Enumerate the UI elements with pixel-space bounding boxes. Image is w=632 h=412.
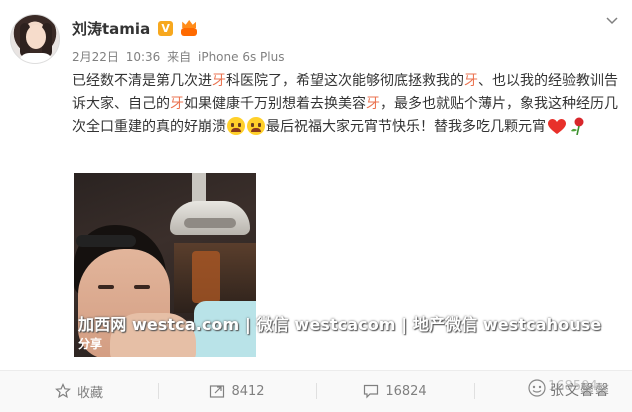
vip-crown-icon[interactable] xyxy=(180,20,198,36)
keyword-link[interactable]: 牙 xyxy=(464,73,478,89)
favorite-label: 收藏 xyxy=(76,385,103,401)
text-segment: 已经数不清是第几次进 xyxy=(72,73,212,89)
weibo-post: 刘涛tamia V 2月22日 10:36 来自 iPhone 6s Plus … xyxy=(0,0,632,412)
text-segment: 如果健康千万别想着去换美容 xyxy=(184,96,366,112)
repost-icon xyxy=(210,385,225,398)
comment-icon xyxy=(364,384,379,399)
rose-icon xyxy=(570,117,586,135)
post-date[interactable]: 2月22日 xyxy=(72,50,119,64)
verified-badge-icon: V xyxy=(158,20,174,36)
star-icon xyxy=(55,383,71,399)
brand-watermark: 张文馨馨 xyxy=(528,370,632,410)
sad-face-icon xyxy=(227,117,245,135)
favorite-button[interactable]: 收藏 xyxy=(0,371,158,411)
post-meta: 2月22日 10:36 来自 iPhone 6s Plus xyxy=(72,48,287,65)
wechat-channel-icon xyxy=(528,379,546,401)
source-prefix: 来自 xyxy=(167,50,192,64)
avatar[interactable] xyxy=(10,14,60,64)
username[interactable]: 刘涛tamia xyxy=(72,18,150,39)
post-time[interactable]: 10:36 xyxy=(126,50,161,64)
sad-face-icon xyxy=(247,117,265,135)
heart-icon xyxy=(548,119,566,135)
repost-count: 8412 xyxy=(231,383,265,399)
image-caption: 分享 xyxy=(78,337,103,351)
keyword-link[interactable]: 牙 xyxy=(212,73,226,89)
text-segment: 科医院了，希望这次能够彻底拯救我的 xyxy=(226,73,464,89)
text-segment: 最后祝福大家元宵节快乐！替我多吃几颗元宵 xyxy=(266,119,546,135)
comment-button[interactable]: 16824 xyxy=(316,371,474,411)
keyword-link[interactable]: 牙 xyxy=(366,96,380,112)
keyword-link[interactable]: 牙 xyxy=(170,96,184,112)
watermark-text: 加西网 westca.com | 微信 westcacom | 地产微信 wes… xyxy=(78,315,602,334)
chevron-down-icon[interactable] xyxy=(604,12,620,28)
post-header: 刘涛tamia V xyxy=(72,16,198,40)
post-text: 已经数不清是第几次进牙科医院了，希望这次能够彻底拯救我的牙、也以我的经验教训告诉… xyxy=(72,70,620,139)
comment-count: 16824 xyxy=(385,383,427,399)
post-source: iPhone 6s Plus xyxy=(198,50,285,64)
repost-button[interactable]: 8412 xyxy=(158,371,316,411)
brand-text: 张文馨馨 xyxy=(550,383,610,399)
